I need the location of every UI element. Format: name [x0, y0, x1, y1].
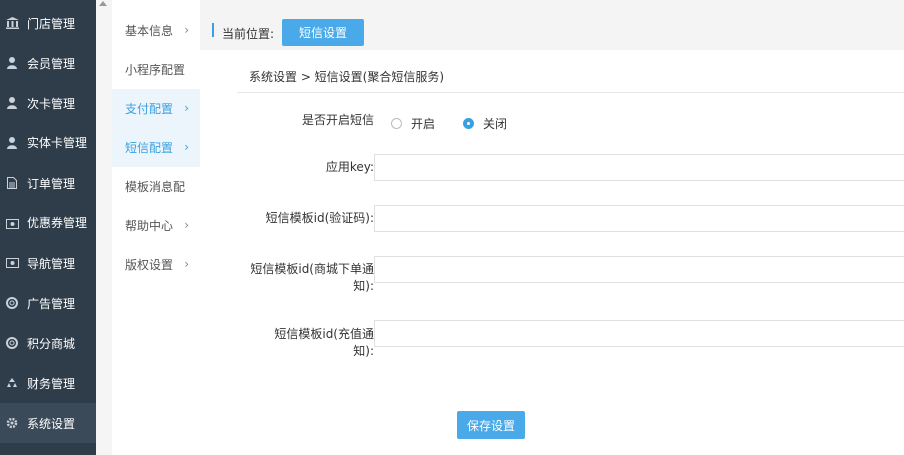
- sidebar-item-members[interactable]: 会员管理: [0, 43, 96, 83]
- app-key-input[interactable]: [374, 154, 904, 181]
- settings-submenu: 基本信息 › 小程序配置 支付配置 › 短信配置 › 模板消息配 帮助中心 › …: [112, 0, 200, 455]
- bank-icon: [5, 16, 19, 30]
- submenu-item-label: 基本信息: [125, 24, 174, 38]
- lifebuoy-icon: [5, 296, 19, 310]
- ticket-icon: [5, 217, 19, 231]
- gear-icon: [5, 416, 19, 430]
- scrollbar-track[interactable]: [96, 0, 112, 455]
- breadcrumb: 系统设置 > 短信设置(聚合短信服务): [249, 70, 445, 84]
- location-current-tag[interactable]: 短信设置: [282, 19, 364, 46]
- sidebar-item-finance[interactable]: 财务管理: [0, 363, 96, 403]
- document-icon: [5, 176, 19, 190]
- user-icon: [5, 56, 19, 70]
- order-template-label-line1: 短信模板id(商城下单通: [250, 262, 374, 276]
- recycle-icon: [5, 376, 19, 390]
- sidebar-item-label: 次卡管理: [27, 96, 76, 111]
- chevron-right-icon: ›: [184, 23, 189, 37]
- sidebar-item-label: 系统设置: [27, 416, 76, 431]
- sidebar-item-system-settings[interactable]: 系统设置: [0, 403, 96, 443]
- user-icon: [5, 136, 19, 150]
- order-template-label-line2: 知):: [353, 279, 374, 293]
- main-sidebar: 门店管理 会员管理 次卡管理 实体卡管理 订单管理 优惠券管理 导航管理 广告管…: [0, 0, 96, 455]
- order-template-input[interactable]: [374, 256, 904, 283]
- submenu-item-payment-config[interactable]: 支付配置 ›: [112, 89, 200, 128]
- sidebar-item-orders[interactable]: 订单管理: [0, 163, 96, 203]
- sidebar-item-ads[interactable]: 广告管理: [0, 283, 96, 323]
- location-bar: 当前位置: 短信设置: [200, 0, 904, 50]
- sidebar-item-label: 导航管理: [27, 256, 76, 271]
- submenu-item-help-center[interactable]: 帮助中心 ›: [112, 206, 200, 245]
- submenu-item-template-message[interactable]: 模板消息配: [112, 167, 200, 206]
- sms-settings-panel: 系统设置 > 短信设置(聚合短信服务) 是否开启短信 开启 关闭 应用key: …: [237, 50, 904, 455]
- submenu-item-basic-info[interactable]: 基本信息 ›: [112, 11, 200, 50]
- chevron-right-icon: ›: [184, 218, 189, 232]
- chevron-right-icon: ›: [184, 140, 189, 154]
- location-marker: [212, 23, 214, 37]
- ticket-icon: [5, 256, 19, 270]
- recharge-template-input[interactable]: [374, 320, 904, 347]
- chevron-right-icon: ›: [184, 257, 189, 271]
- radio-off-label: 关闭: [483, 117, 508, 131]
- sidebar-item-times-card[interactable]: 次卡管理: [0, 83, 96, 123]
- submenu-item-label: 支付配置: [125, 102, 174, 116]
- verify-template-input[interactable]: [374, 205, 904, 232]
- submenu-item-label: 模板消息配: [125, 180, 186, 194]
- chevron-right-icon: ›: [184, 101, 189, 115]
- location-label: 当前位置:: [222, 27, 275, 41]
- save-settings-button[interactable]: 保存设置: [457, 411, 525, 439]
- sidebar-item-label: 会员管理: [27, 56, 76, 71]
- sidebar-item-label: 积分商城: [27, 336, 76, 351]
- lifebuoy-icon: [5, 336, 19, 350]
- app-key-label: 应用key:: [325, 160, 374, 174]
- submenu-item-label: 短信配置: [125, 141, 174, 155]
- sidebar-item-label: 优惠券管理: [27, 216, 88, 230]
- submenu-item-label: 小程序配置: [125, 63, 186, 77]
- sidebar-item-points-mall[interactable]: 积分商城: [0, 323, 96, 363]
- radio-off[interactable]: 关闭: [463, 115, 507, 132]
- radio-off-circle[interactable]: [463, 118, 475, 129]
- sidebar-item-label: 广告管理: [27, 296, 76, 311]
- breadcrumb-divider: [237, 92, 904, 93]
- recharge-template-label-line1: 短信模板id(充值通: [274, 327, 374, 341]
- scroll-up-icon[interactable]: [99, 0, 109, 8]
- user-icon: [5, 96, 19, 110]
- submenu-item-copyright[interactable]: 版权设置 ›: [112, 245, 200, 284]
- submenu-item-label: 版权设置: [125, 258, 174, 272]
- submenu-item-label: 帮助中心: [125, 219, 174, 233]
- enable-sms-label: 是否开启短信: [301, 113, 374, 127]
- radio-on[interactable]: 开启: [391, 115, 435, 132]
- sidebar-item-label: 门店管理: [27, 16, 76, 31]
- recharge-template-label: 短信模板id(充值通 知):: [274, 326, 374, 360]
- sidebar-item-label: 财务管理: [27, 376, 76, 391]
- sidebar-item-label: 实体卡管理: [27, 136, 88, 150]
- submenu-item-sms-config[interactable]: 短信配置 ›: [112, 128, 200, 167]
- main-content: 当前位置: 短信设置 系统设置 > 短信设置(聚合短信服务) 是否开启短信 开启…: [200, 0, 904, 455]
- radio-on-circle[interactable]: [391, 118, 402, 129]
- sidebar-item-navigation[interactable]: 导航管理: [0, 243, 96, 283]
- sidebar-item-stores[interactable]: 门店管理: [0, 3, 96, 43]
- recharge-template-label-line2: 知):: [353, 344, 374, 358]
- submenu-item-miniapp-config[interactable]: 小程序配置: [112, 50, 200, 89]
- enable-sms-radio-group: 开启 关闭: [391, 115, 535, 132]
- verify-template-label: 短信模板id(验证码):: [265, 211, 374, 225]
- order-template-label: 短信模板id(商城下单通 知):: [250, 261, 374, 295]
- sidebar-item-label: 订单管理: [27, 176, 76, 191]
- radio-on-label: 开启: [411, 117, 436, 131]
